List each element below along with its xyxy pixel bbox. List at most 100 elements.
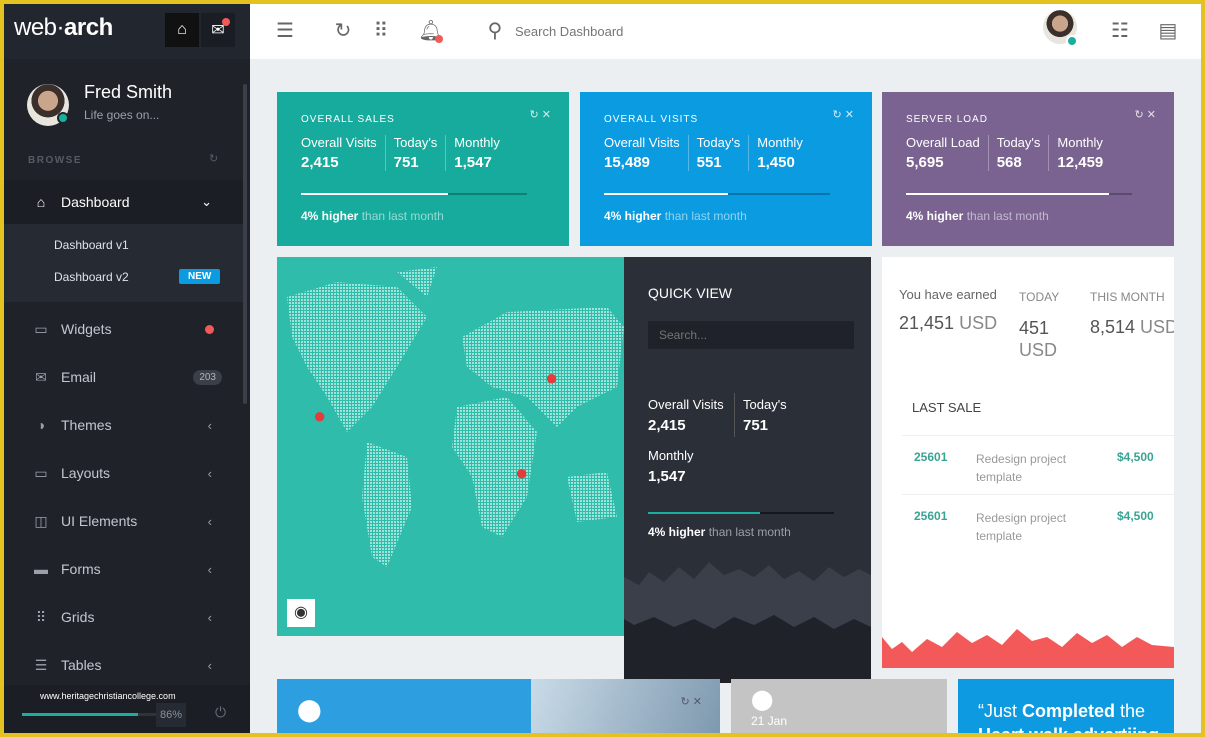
logo[interactable]: web·arch — [14, 14, 113, 42]
stat-label: Monthly — [757, 135, 803, 150]
stat-label: Monthly — [454, 135, 500, 150]
notification-dot — [435, 35, 443, 43]
stat-value: 1,547 — [454, 154, 492, 171]
comparison-note: 4% higher than last month — [648, 525, 791, 539]
event-card: ⬤ 21 Jan — [731, 679, 947, 733]
stat-column: Today's 568 — [997, 135, 1050, 171]
stat-column: Today's 551 — [697, 135, 750, 171]
apps-grid-icon[interactable]: ⠿ — [368, 18, 394, 44]
online-status-dot — [57, 112, 69, 124]
card-controls[interactable]: ↻ ✕ — [681, 695, 703, 708]
earnings-card: You have earned 21,451 USD TODAY 451 USD … — [882, 257, 1174, 668]
stat-label: Overall Visits — [604, 135, 680, 150]
sale-amount: $4,500 — [1117, 509, 1154, 523]
sale-description: Redesign project template — [976, 452, 1067, 484]
map-marker-icon: ⬤ — [751, 689, 774, 711]
stat-label: Monthly — [648, 448, 694, 463]
stat-card: OVERALL SALES ↻ ✕ Overall Visits 2,415 Tod… — [277, 92, 569, 246]
tables-icon: ☰ — [34, 656, 48, 673]
stat-value: 5,695 — [906, 154, 944, 171]
progress-bar — [301, 193, 527, 195]
grids-icon: ⠿ — [35, 608, 47, 625]
alert-dot — [205, 324, 214, 334]
search-icon: ⚲ — [487, 20, 503, 42]
ui-elements-icon: ◫ — [34, 512, 48, 529]
chevron-left-icon: ‹ — [207, 561, 212, 577]
submenu: Dashboard v1 Dashboard v2 NEW — [4, 224, 246, 302]
world-map[interactable]: ● ● ● ◉ — [277, 257, 624, 636]
search-input[interactable] — [515, 18, 815, 44]
nav-label: Dashboard — [61, 194, 130, 210]
top-bar: ☰ ↻ ⠿ 🔔︎ ⚲ ☷ ▤ — [250, 4, 1201, 59]
stat-column: Overall Load 5,695 — [906, 135, 989, 171]
card-controls[interactable]: ↻ ✕ — [530, 108, 552, 121]
today-label: TODAY — [1019, 290, 1060, 304]
map-marker-icon: ⬤ — [297, 697, 322, 722]
sale-description: Redesign project template — [976, 511, 1067, 543]
chat-icon[interactable]: ▤ — [1155, 18, 1181, 44]
online-status-dot — [1066, 35, 1078, 47]
month-value: 8,514 USD — [1090, 317, 1174, 337]
earned-value: 21,451 USD — [899, 313, 998, 333]
stat-card-title: OVERALL SALES — [301, 114, 395, 125]
layouts-icon: ▭ — [34, 464, 48, 481]
map-svg — [287, 267, 624, 567]
stat-value: 12,459 — [1057, 154, 1104, 171]
sidebar-item-themes[interactable]: ◑ Themes ‹ — [4, 405, 246, 445]
themes-icon: ◑ — [36, 417, 46, 433]
stat-label: Monthly — [1057, 135, 1103, 150]
power-icon[interactable]: ⏻ — [215, 704, 226, 721]
last-sale-title: LAST SALE — [912, 400, 982, 415]
settings-sliders-icon[interactable]: ☷ — [1107, 18, 1133, 44]
watermark: www.heritagechristiancollege.com — [40, 691, 176, 701]
chevron-left-icon: ‹ — [207, 417, 212, 433]
sale-row[interactable]: 25601 Redesign project template $4,500 — [902, 494, 1174, 553]
quote-text-line2: Heart walk advertiing — [978, 725, 1159, 733]
stat-column: Monthly 12,459 — [1057, 135, 1111, 171]
stat-label: Today's — [996, 135, 1041, 150]
quick-search-input[interactable] — [648, 321, 854, 349]
nav-label: Themes — [61, 417, 112, 433]
stat-card: SERVER LOAD ↻ ✕ Overall Load 5,695 Today's… — [882, 92, 1174, 246]
stat-column: Overall Visits 15,489 — [604, 135, 689, 171]
mail-button[interactable]: ✉ — [201, 13, 235, 47]
card-controls[interactable]: ↻ ✕ — [1135, 108, 1157, 121]
nav-label: Grids — [61, 609, 95, 625]
locate-icon[interactable]: ◉ — [287, 599, 315, 627]
sidebar-scrollbar[interactable] — [243, 84, 247, 404]
map-pin-icon[interactable]: ● — [545, 365, 558, 391]
nav-label: Email — [61, 369, 97, 385]
progress-bar — [604, 193, 830, 195]
sidebar-footer: www.heritagechristiancollege.com 86% ⏻ — [4, 685, 250, 733]
sidebar-item-tables[interactable]: ☰ Tables ‹ — [4, 645, 246, 685]
sidebar-item-ui-elements[interactable]: ◫ UI Elements ‹ — [4, 501, 246, 541]
user-status: Life goes on... — [84, 108, 160, 122]
refresh-icon[interactable]: ↻ — [209, 152, 218, 165]
sidebar-item-grids[interactable]: ⠿ Grids ‹ — [4, 597, 246, 637]
home-icon: ⌂ — [177, 21, 187, 38]
sidebar-item-widgets[interactable]: ▭ Widgets — [4, 309, 246, 349]
comparison-note: 4% higher than last month — [906, 209, 1049, 223]
sidebar-item-layouts[interactable]: ▭ Layouts ‹ — [4, 453, 246, 493]
quick-view-panel: QUICK VIEW Overall Visits 2,415 Today's … — [624, 257, 871, 683]
sidebar-item-dashboard-v2[interactable]: Dashboard v2 — [54, 270, 129, 284]
sidebar-item-dashboard-v1[interactable]: Dashboard v1 — [54, 238, 129, 252]
menu-icon[interactable]: ☰ — [272, 18, 298, 44]
stat-value: 751 — [743, 417, 769, 434]
new-badge: NEW — [179, 269, 221, 284]
refresh-icon[interactable]: ↻ — [330, 18, 356, 44]
sale-row[interactable]: 25601 Redesign project template $4,500 — [902, 435, 1174, 494]
stat-label: Today's — [743, 397, 787, 412]
sidebar-item-dashboard[interactable]: ⌂ Dashboard ⌄ — [4, 180, 246, 224]
card-controls[interactable]: ↻ ✕ — [833, 108, 855, 121]
map-pin-icon[interactable]: ● — [515, 460, 528, 486]
nav-label: Layouts — [61, 465, 111, 481]
sidebar-item-email[interactable]: ✉ Email 203 — [4, 357, 246, 397]
sidebar-item-forms[interactable]: ▬ Forms ‹ — [4, 549, 246, 589]
map-pin-icon[interactable]: ● — [313, 403, 326, 429]
home-button[interactable]: ⌂ — [165, 13, 199, 47]
event-date: 21 Jan — [751, 714, 788, 728]
stat-column: Monthly 1,450 — [757, 135, 811, 171]
stat-column: Today's 751 — [394, 135, 447, 171]
stat-label: Overall Visits — [648, 397, 724, 412]
